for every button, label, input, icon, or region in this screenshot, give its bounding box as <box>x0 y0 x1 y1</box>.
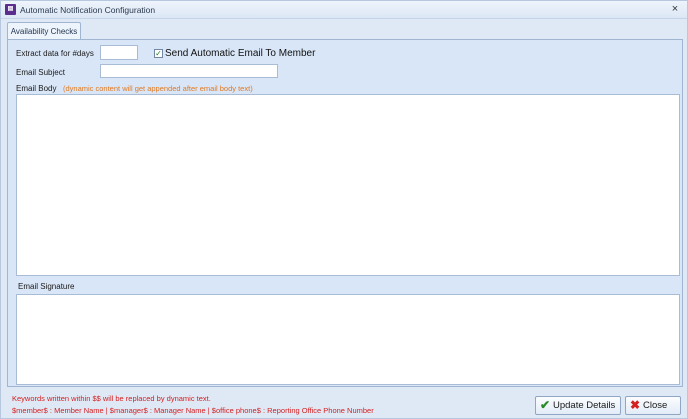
app-icon: ▤ <box>5 4 16 15</box>
close-button[interactable]: ✖ Close <box>625 396 681 415</box>
email-subject-label: Email Subject <box>16 68 65 77</box>
email-subject-input[interactable] <box>100 64 278 78</box>
send-email-checkbox-label[interactable]: Send Automatic Email To Member <box>165 48 315 59</box>
window-close-icon[interactable]: × <box>669 3 681 15</box>
email-signature-textarea[interactable] <box>16 294 680 385</box>
tab-availability-checks[interactable]: Availability Checks <box>7 22 81 40</box>
close-label: Close <box>643 400 668 411</box>
check-icon: ✔ <box>540 398 551 412</box>
email-signature-label: Email Signature <box>18 282 75 291</box>
availability-checks-panel: Extract data for #days ✓ Send Automatic … <box>7 39 683 387</box>
update-details-label: Update Details <box>553 400 616 411</box>
title-bar: ▤ Automatic Notification Configuration × <box>1 1 687 19</box>
extract-days-input[interactable] <box>100 45 138 60</box>
keywords-list: $member$ : Member Name | $manager$ : Man… <box>12 406 374 415</box>
email-body-hint: (dynamic content will get appended after… <box>63 84 253 93</box>
email-body-label: Email Body <box>16 84 57 93</box>
notification-config-window: ▤ Automatic Notification Configuration ×… <box>0 0 688 419</box>
update-details-button[interactable]: ✔ Update Details <box>535 396 621 415</box>
extract-days-label: Extract data for #days <box>16 49 94 58</box>
close-icon: ✖ <box>630 398 641 412</box>
email-body-textarea[interactable] <box>16 94 680 276</box>
send-email-checkbox[interactable]: ✓ <box>154 49 163 58</box>
window-title: Automatic Notification Configuration <box>20 5 156 15</box>
keywords-note: Keywords written within $$ will be repla… <box>12 394 211 403</box>
